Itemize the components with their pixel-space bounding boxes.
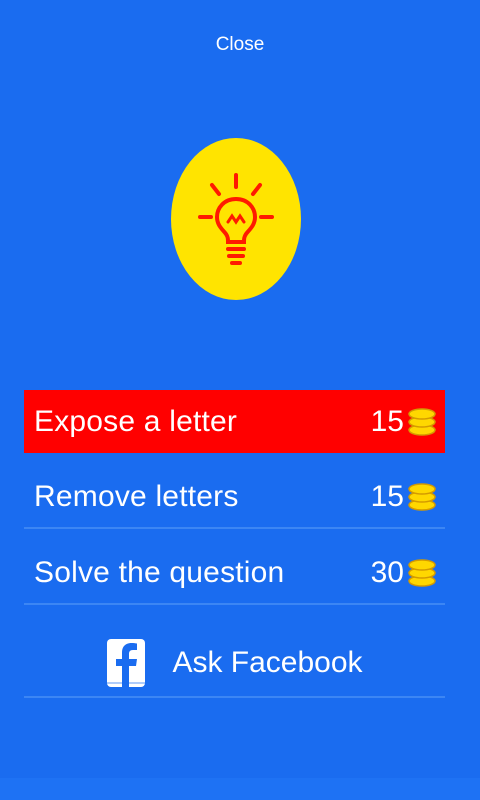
option-solve-question[interactable]: Solve the question 30 bbox=[24, 542, 445, 605]
option-price: 30 bbox=[371, 556, 437, 590]
option-label: Solve the question bbox=[34, 555, 285, 589]
ask-facebook-button[interactable]: Ask Facebook bbox=[24, 630, 445, 698]
option-label: Expose a letter bbox=[34, 404, 238, 438]
option-price: 15 bbox=[371, 480, 437, 514]
option-expose-letter[interactable]: Expose a letter 15 bbox=[24, 390, 445, 453]
price-value: 30 bbox=[370, 555, 404, 589]
facebook-icon bbox=[107, 639, 146, 687]
bottom-strip bbox=[0, 778, 480, 800]
option-remove-letters[interactable]: Remove letters 15 bbox=[24, 466, 445, 529]
price-value: 15 bbox=[370, 479, 404, 513]
close-button[interactable]: Close bbox=[0, 34, 480, 56]
coins-icon bbox=[408, 482, 436, 511]
option-price: 15 bbox=[371, 405, 437, 439]
price-value: 15 bbox=[370, 404, 404, 438]
hint-badge bbox=[171, 138, 301, 300]
lightbulb-icon bbox=[198, 173, 274, 265]
ask-facebook-label: Ask Facebook bbox=[172, 646, 363, 679]
option-label: Remove letters bbox=[34, 479, 239, 513]
coins-icon bbox=[408, 558, 436, 587]
coins-icon bbox=[408, 407, 436, 436]
